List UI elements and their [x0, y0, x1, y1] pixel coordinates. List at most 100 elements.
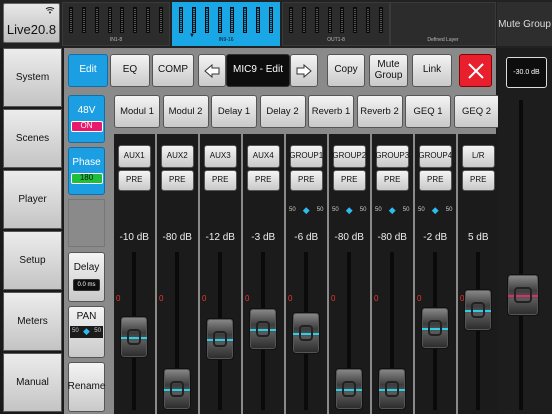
send-fader-handle[interactable] — [206, 318, 235, 361]
send-pan-slider[interactable]: 50 ◆ 50 — [373, 203, 412, 217]
pre-post-button[interactable]: PRE — [118, 170, 151, 191]
tap-label: PRE — [298, 175, 315, 185]
fx-send-button[interactable]: Modul 1 — [114, 95, 160, 128]
fx-send-button[interactable]: Delay 2 — [259, 95, 306, 128]
send-target-button[interactable]: AUX4 — [247, 145, 280, 168]
fx-label: Delay 1 — [217, 105, 251, 117]
layer-label: IN1-8 — [109, 37, 123, 43]
link-button[interactable]: Link — [412, 54, 452, 87]
send-target-button[interactable]: AUX3 — [204, 145, 237, 168]
unity-marker: 0 — [202, 294, 207, 303]
fx-send-button[interactable]: Modul 2 — [162, 95, 209, 128]
delay-button[interactable]: Delay 0.0 ms — [68, 252, 105, 302]
wifi-icon — [45, 6, 55, 16]
send-name: GROUP2 — [332, 151, 367, 161]
pan-control[interactable]: PAN 50 ◆ 50 — [68, 306, 105, 358]
nav-meters[interactable]: Meters — [3, 292, 62, 351]
unity-marker: 0 — [417, 294, 422, 303]
pan-indicator-icon: ◆ — [302, 204, 310, 215]
send-target-button[interactable]: AUX2 — [161, 145, 194, 168]
48v-button[interactable]: 48V ON — [68, 95, 105, 143]
eq-button[interactable]: EQ — [110, 54, 150, 87]
next-channel-button[interactable] — [290, 54, 318, 87]
pre-post-button[interactable]: PRE — [290, 170, 323, 191]
send-fader-handle[interactable] — [249, 307, 278, 350]
pre-post-button[interactable]: PRE — [333, 170, 366, 191]
edit-button[interactable]: Edit — [68, 54, 108, 87]
link-label: Link — [422, 64, 442, 76]
send-target-button[interactable]: GROUP2 — [332, 145, 367, 168]
app-title: Live20.8 — [6, 22, 57, 37]
mute-group-top-button[interactable]: Mute Group — [497, 2, 552, 46]
send-fader-handle[interactable] — [292, 312, 321, 355]
close-icon — [467, 62, 484, 79]
send-target-button[interactable]: AUX1 — [118, 145, 151, 168]
send-level-value: -10 dB — [119, 231, 149, 243]
nav-system[interactable]: System — [3, 48, 62, 107]
pre-post-button[interactable]: PRE — [376, 170, 409, 191]
pre-post-button[interactable]: PRE — [419, 170, 452, 191]
send-fader-handle[interactable] — [163, 368, 192, 410]
pan-right-value: 50 — [445, 207, 453, 213]
nav-label: Setup — [19, 255, 46, 266]
fx-send-button[interactable]: GEQ 1 — [405, 95, 451, 128]
main-fader-handle[interactable] — [507, 274, 539, 317]
send-target-button[interactable]: GROUP4 — [418, 145, 452, 168]
prev-channel-button[interactable] — [198, 54, 226, 87]
fx-label: GEQ 2 — [461, 105, 492, 117]
rename-button[interactable]: Rename — [68, 362, 105, 412]
mute-group-button[interactable]: Mute Group — [369, 54, 408, 87]
pan-left-value: 50 — [418, 207, 425, 213]
send-level-display: -10 dB — [114, 227, 155, 247]
pan-right-value: 50 — [316, 207, 324, 213]
send-pan-slider[interactable]: 50 ◆ 50 — [416, 203, 455, 217]
pre-post-button[interactable]: PRE — [247, 170, 280, 191]
unity-marker: 0 — [245, 294, 250, 303]
channel-name-display: MIC9 - Edit — [226, 54, 290, 87]
pan-left-value: 50 — [72, 328, 79, 335]
close-button[interactable] — [459, 54, 492, 87]
nav-setup[interactable]: Setup — [3, 231, 62, 290]
app-logo-button[interactable]: Live20.8 — [3, 3, 60, 43]
layer-tab-0[interactable]: IN1-8 — [62, 2, 170, 46]
send-level-value: -80 dB — [162, 231, 192, 243]
tap-label: PRE — [255, 175, 272, 185]
fx-send-button[interactable]: GEQ 2 — [453, 95, 500, 128]
nav-manual[interactable]: Manual — [3, 353, 62, 412]
nav-player[interactable]: Player — [3, 170, 62, 229]
nav-scenes[interactable]: Scenes — [3, 109, 62, 168]
fx-send-button[interactable]: Delay 1 — [211, 95, 257, 128]
pre-post-button[interactable]: PRE — [462, 170, 495, 191]
send-target-button[interactable]: GROUP1 — [289, 145, 323, 168]
layer-tab-1[interactable]: ▼ IN9-16 — [172, 2, 280, 46]
pre-post-button[interactable]: PRE — [161, 170, 194, 191]
fx-label: Modul 1 — [120, 105, 154, 117]
send-target-button[interactable]: GROUP3 — [375, 145, 409, 168]
send-pan-slider[interactable]: 50 ◆ 50 — [330, 203, 369, 217]
tap-label: PRE — [341, 175, 358, 185]
pan-slider[interactable]: 50 ◆ 50 — [70, 325, 103, 338]
fx-send-button[interactable]: Reverb 2 — [356, 95, 403, 128]
send-fader-handle[interactable] — [120, 315, 149, 358]
phase-button[interactable]: Phase 180 — [68, 147, 105, 195]
copy-button[interactable]: Copy — [327, 54, 365, 87]
fx-send-button[interactable]: Reverb 1 — [308, 95, 354, 128]
pre-post-button[interactable]: PRE — [204, 170, 237, 191]
nav-label: System — [15, 72, 50, 83]
send-fader-handle[interactable] — [335, 368, 364, 410]
send-fader-handle[interactable] — [464, 289, 493, 332]
send-fader-handle[interactable] — [421, 306, 450, 349]
48v-state-badge: ON — [70, 120, 103, 132]
send-level-value: -12 dB — [205, 231, 235, 243]
layer-tab-3[interactable]: Defined Layer — [390, 2, 496, 46]
send-pan-slider[interactable]: 50 ◆ 50 — [287, 203, 326, 217]
copy-label: Copy — [334, 64, 358, 76]
arrow-right-icon — [296, 63, 312, 78]
layer-tab-2[interactable]: OUT1-8 — [282, 2, 390, 46]
comp-button[interactable]: COMP — [152, 54, 194, 87]
send-target-button[interactable]: L/R — [462, 145, 495, 168]
send-level-value: -6 dB — [294, 231, 319, 243]
send-fader-handle[interactable] — [378, 368, 407, 410]
layer-label: OUT1-8 — [327, 37, 345, 43]
send-level-display: -2 dB — [415, 227, 456, 247]
